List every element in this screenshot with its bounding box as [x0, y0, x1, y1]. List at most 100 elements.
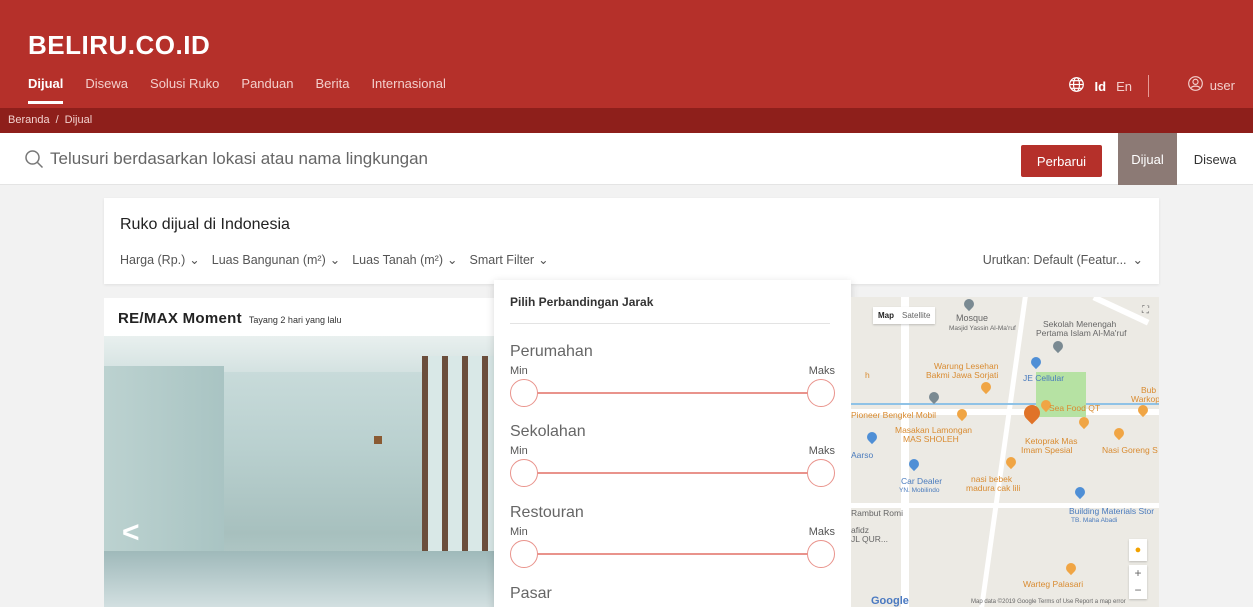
range-label: Sekolahan: [510, 423, 586, 440]
school-pin-icon: [1050, 338, 1066, 354]
map-label: JL QUR...: [851, 534, 888, 544]
min-label: Min: [510, 526, 528, 538]
nav-item-disewa[interactable]: Disewa: [85, 76, 128, 104]
brand-logo[interactable]: BELIRU.CO.ID: [28, 30, 210, 61]
user-label: user: [1209, 77, 1235, 93]
filter-smart-label: Smart Filter: [469, 252, 535, 267]
map-label: Aarso: [851, 450, 874, 460]
zoom-in-button[interactable]: +: [1129, 565, 1147, 582]
map-label: Warteg Palasari: [1023, 579, 1084, 589]
nav-item-panduan[interactable]: Panduan: [241, 76, 293, 104]
chevron-down-icon: ⌄: [329, 253, 341, 267]
map-label: MAS SHOLEH: [903, 434, 959, 444]
slider-track: [524, 392, 821, 394]
globe-icon: [1068, 76, 1085, 96]
map-type-control: Map Satellite: [873, 307, 936, 324]
chevron-down-icon: ⌄: [538, 253, 549, 267]
filter-smart[interactable]: Smart Filter ⌄: [469, 252, 549, 268]
map-river: [851, 403, 1159, 405]
range-perumahan: Perumahan Min Maks: [510, 343, 835, 407]
breadcrumb: Beranda / Dijual: [0, 108, 1253, 133]
street-view-icon[interactable]: ●: [1129, 539, 1147, 561]
slider-track: [524, 472, 821, 474]
map-type-map[interactable]: Map: [878, 311, 894, 320]
restaurant-pin-icon: [1076, 414, 1092, 430]
user-icon: [1187, 75, 1204, 95]
zoom-out-button[interactable]: −: [1129, 582, 1147, 599]
max-label: Maks: [808, 526, 835, 538]
toggle-rent[interactable]: Disewa: [1177, 133, 1253, 185]
results-title: Ruko dijual di Indonesia: [120, 216, 290, 233]
map-label: Imam Spesial: [1021, 445, 1073, 455]
fullscreen-icon[interactable]: ⛶: [1142, 305, 1149, 316]
filter-land-area[interactable]: Luas Tanah (m²) ⌄: [352, 252, 457, 268]
slider-track: [524, 553, 821, 555]
google-logo: Google: [871, 595, 909, 607]
sort-dropdown[interactable]: Urutkan: Default (Featur... ⌄: [982, 252, 1143, 268]
map-type-satellite[interactable]: Satellite: [902, 311, 930, 320]
nav-item-solusi-ruko[interactable]: Solusi Ruko: [150, 76, 219, 104]
listing-header: RE/MAX Moment Tayang 2 hari yang lalu: [104, 298, 494, 336]
nav-item-berita[interactable]: Berita: [315, 76, 349, 104]
slider-max-handle[interactable]: [807, 379, 835, 407]
breadcrumb-current: Dijual: [64, 114, 93, 126]
car-dealer-pin-icon: [906, 456, 922, 472]
filter-land-area-label: Luas Tanah (m²): [352, 252, 444, 267]
restaurant-pin-icon: [1111, 425, 1127, 441]
range-slider[interactable]: [510, 379, 835, 407]
slider-min-handle[interactable]: [510, 379, 538, 407]
range-pasar: Pasar: [510, 585, 835, 603]
listing-card[interactable]: RE/MAX Moment Tayang 2 hari yang lalu <: [104, 298, 494, 607]
filter-price-label: Harga (Rp.): [120, 252, 186, 267]
map-label: madura cak lili: [966, 483, 1021, 493]
location-pin-icon: [864, 429, 880, 445]
prev-photo-icon[interactable]: <: [122, 516, 140, 550]
slider-max-handle[interactable]: [807, 540, 835, 568]
search-input[interactable]: [50, 145, 750, 173]
shop-pin-icon: [1072, 484, 1088, 500]
location-pin-icon: [926, 389, 942, 405]
smart-filter-divider: [510, 323, 830, 324]
range-slider[interactable]: [510, 459, 835, 487]
listing-photo[interactable]: <: [104, 336, 494, 607]
range-minmax: Min Maks: [510, 445, 835, 457]
range-slider[interactable]: [510, 540, 835, 568]
slider-max-handle[interactable]: [807, 459, 835, 487]
restaurant-pin-icon: [1003, 454, 1019, 470]
restaurant-pin-icon: [1063, 560, 1079, 576]
sort-label: Urutkan: Default (Featur...: [982, 252, 1127, 267]
posted-time: Tayang 2 hari yang lalu: [248, 315, 342, 325]
update-button[interactable]: Perbarui: [1021, 145, 1102, 177]
range-label: Pasar: [510, 585, 552, 602]
chevron-down-icon: ⌄: [1132, 253, 1143, 267]
min-label: Min: [510, 365, 528, 377]
top-header: BELIRU.CO.ID Dijual Disewa Solusi Ruko P…: [0, 0, 1253, 108]
filter-price[interactable]: Harga (Rp.) ⌄: [120, 252, 200, 268]
map-label: Pioneer Bengkel Mobil: [851, 410, 937, 420]
lang-id-option[interactable]: Id: [1095, 79, 1107, 94]
map-attribution[interactable]: Map data ©2019 Google Terms of Use Repor…: [971, 599, 1126, 605]
search-icon: [24, 149, 44, 174]
nav-item-internasional[interactable]: Internasional: [371, 76, 445, 104]
map-label: Mosque: [956, 313, 989, 323]
toggle-sale[interactable]: Dijual: [1118, 133, 1177, 185]
map-view[interactable]: Map Satellite ⛶ Mosque Masjid Yassin Al-…: [851, 297, 1159, 607]
user-menu[interactable]: user: [1187, 75, 1235, 95]
slider-min-handle[interactable]: [510, 459, 538, 487]
map-label: JE Cellular: [1023, 373, 1065, 383]
map-label: Pertama Islam Al-Ma'ruf: [1036, 328, 1127, 338]
filter-building-area[interactable]: Luas Bangunan (m²) ⌄: [212, 252, 341, 268]
breadcrumb-separator: /: [55, 114, 59, 126]
slider-min-handle[interactable]: [510, 540, 538, 568]
shop-pin-icon: [1028, 354, 1044, 370]
nav-item-dijual[interactable]: Dijual: [28, 76, 64, 104]
min-label: Min: [510, 445, 528, 457]
map-road: [901, 297, 909, 607]
language-switcher: Id En: [1068, 75, 1155, 97]
map-label: Building Materials Stor: [1069, 506, 1155, 516]
lang-en-option[interactable]: En: [1116, 79, 1132, 94]
restaurant-pin-icon: [978, 379, 994, 395]
chevron-down-icon: ⌄: [189, 253, 200, 267]
breadcrumb-home[interactable]: Beranda: [8, 114, 50, 126]
lang-divider: [1148, 75, 1149, 97]
